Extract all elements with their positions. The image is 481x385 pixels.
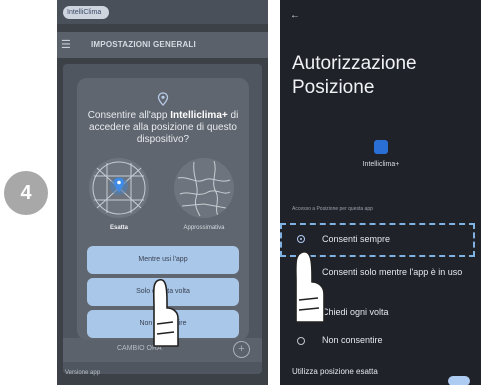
while-using-label[interactable]: Consenti solo mentre l'app è in uso [322,267,470,278]
location-pin-icon [157,92,169,106]
deny-label[interactable]: Non consentire [322,335,383,346]
step-number: 4 [20,181,32,204]
dialog-message: Consentire all'app Intelliclima+ di acce… [85,110,241,146]
app-logo: IntelliClima [63,6,109,19]
approximate-map-icon [177,160,231,217]
right-phone-screen: ← Autorizzazione Posizione Intelliclima+… [280,0,481,385]
tap-finger-icon [295,251,325,323]
exact-location-map[interactable] [89,158,149,218]
dialog-app-name: Intelliclima+ [170,110,228,121]
approximate-location-map[interactable] [174,158,234,218]
approximate-option-label: Approssimativa [183,225,225,231]
page-title: Autorizzazione Posizione [292,52,417,100]
exact-location-label: Utilizza posizione esatta [292,367,378,376]
app-icon [374,140,388,154]
radio-deny[interactable] [297,337,305,345]
left-phone-screen: IntelliClima ☰ IMPOSTAZIONI GENERALI CAM… [57,0,268,385]
app-name: Intelliclima+ [362,161,400,168]
header-bar: ☰ IMPOSTAZIONI GENERALI [57,32,268,58]
page-title-line1: Autorizzazione [292,53,417,74]
page-title: IMPOSTAZIONI GENERALI [91,40,196,49]
exact-map-icon [92,161,146,215]
app-version-label: Versione app [65,370,101,376]
plus-icon[interactable]: + [233,341,250,358]
exact-option-label: Esatta [109,225,128,231]
page-title-line2: Posizione [292,77,375,98]
always-allow-label[interactable]: Consenti sempre [322,234,390,245]
back-arrow-icon[interactable]: ← [290,10,300,21]
dialog-message-prefix: Consentire all'app [87,110,171,121]
section-label: Accesso a Posizione per questa app [292,206,373,212]
app-topbar: IntelliClima [57,0,268,24]
exact-location-toggle[interactable] [448,376,470,385]
back-arrow-icon[interactable]: ☰ [61,38,71,51]
step-badge: 4 [4,171,48,215]
ask-every-time-label[interactable]: Chiedi ogni volta [322,307,389,318]
tap-finger-icon [152,278,179,347]
